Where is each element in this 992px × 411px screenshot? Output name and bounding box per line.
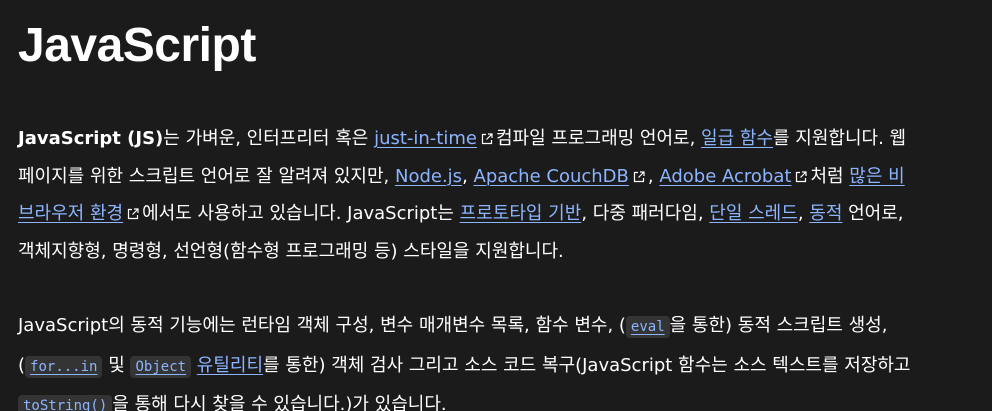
code-eval: eval	[625, 316, 670, 338]
text-segment: 및	[102, 354, 131, 376]
text-segment: 를 통한) 객체 검사 그리고 소스 코드 복구(JavaScript 함수는 …	[263, 354, 911, 376]
code-object: Object	[130, 355, 192, 378]
link-first-class-function[interactable]: 일급 함수	[701, 128, 773, 149]
external-link-icon	[795, 170, 808, 183]
text-segment: , 다중 패러다임,	[581, 203, 710, 224]
link-tostring[interactable]: toString()	[23, 398, 107, 411]
external-link-icon	[127, 208, 139, 220]
link-utilities[interactable]: 유틸리티	[197, 355, 263, 376]
page-title: JavaScript	[18, 19, 256, 72]
code-for-in: for...in	[25, 355, 103, 378]
article: JavaScript JavaScript (JS)는 가벼운, 인터프리터 혹…	[0, 0, 992, 411]
link-just-in-time[interactable]: just-in-time	[374, 128, 477, 149]
link-single-thread[interactable]: 단일 스레드	[709, 203, 798, 224]
text-segment: ,	[462, 165, 474, 187]
code-tostring: toString()	[18, 395, 113, 411]
link-for-in[interactable]: for...in	[30, 359, 97, 375]
text-segment: 에서도 사용하고 있습니다. JavaScript는	[142, 203, 460, 224]
link-nodejs[interactable]: Node.js	[395, 166, 462, 187]
link-prototype-based[interactable]: 프로토타입 기반	[460, 203, 582, 224]
text-segment: 컴파일 프로그래밍 언어로,	[495, 128, 702, 149]
js-term: JavaScript (JS)	[18, 128, 164, 149]
external-link-icon	[633, 170, 645, 183]
text-segment: 처럼	[810, 165, 850, 187]
link-object[interactable]: Object	[135, 359, 186, 375]
text-segment: JavaScript의 동적 기능에는 런타임 객체 구성, 변수 매개변수 목…	[18, 315, 626, 336]
text-segment: ,	[797, 203, 810, 224]
external-link-icon	[481, 133, 493, 145]
link-dynamic[interactable]: 동적	[809, 203, 842, 224]
text-segment: 을 통해 다시 찾을 수 있습니다.)가 있습니다.	[112, 394, 447, 411]
features-paragraph: JavaScript의 동적 기능에는 런타임 객체 구성, 변수 매개변수 목…	[18, 307, 970, 411]
intro-paragraph: JavaScript (JS)는 가벼운, 인터프리터 혹은 just-in-t…	[18, 120, 970, 270]
text-segment: ,	[647, 165, 660, 187]
link-adobe-acrobat[interactable]: Adobe Acrobat	[659, 166, 791, 187]
text-segment: 는 가벼운, 인터프리터 혹은	[163, 128, 375, 149]
link-apache-couchdb[interactable]: Apache CouchDB	[474, 166, 629, 187]
link-eval[interactable]: eval	[631, 319, 665, 335]
